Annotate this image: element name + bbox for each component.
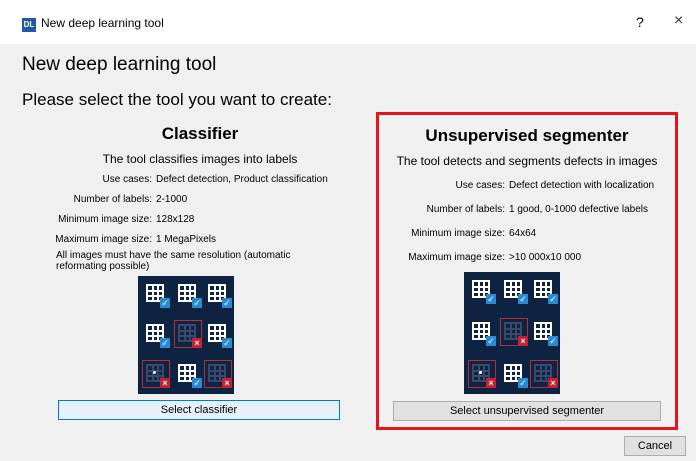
row-value: 1 MegaPixels (156, 234, 217, 245)
row-key: Minimum image size: (411, 228, 505, 239)
classifier-illustration: ✓ ✓ ✓ ✓ × ✓ × ✓ × (138, 276, 234, 394)
checkmark-icon: ✓ (222, 298, 232, 308)
checkmark-icon: ✓ (518, 294, 528, 304)
x-mark-icon: × (486, 378, 496, 388)
row-value: 128x128 (156, 214, 195, 225)
image-cell: × (174, 320, 202, 348)
classifier-panel: Classifier The tool classifies images in… (52, 118, 348, 430)
classifier-row-min-size: Minimum image size: 128x128 (52, 214, 194, 225)
row-key: Use cases: (455, 180, 505, 191)
x-mark-icon: × (160, 378, 170, 388)
help-button[interactable]: ? (636, 14, 644, 30)
dialog-prompt: Please select the tool you want to creat… (22, 90, 332, 109)
classifier-description: The tool classifies images into labels (102, 152, 298, 166)
x-mark-icon: × (192, 338, 202, 348)
defect-dot (153, 371, 156, 374)
image-cell: ✓ (174, 360, 202, 388)
segmenter-row-min-size: Minimum image size: 64x64 (379, 228, 536, 239)
image-cell: × (500, 318, 528, 346)
row-key: Use cases: (102, 174, 152, 185)
row-key: Minimum image size: (58, 214, 152, 225)
image-cell: ✓ (204, 280, 232, 308)
segmenter-row-labels: Number of labels: 1 good, 0-1000 defectiv… (379, 204, 648, 215)
row-value: Defect detection with localization (509, 180, 655, 191)
row-value: 2-1000 (156, 194, 188, 205)
image-cell: ✓ (500, 360, 528, 388)
image-cell: ✓ (142, 320, 170, 348)
segmenter-illustration: ✓ ✓ ✓ ✓ × ✓ × ✓ × (464, 272, 560, 394)
image-cell: × (530, 360, 558, 388)
x-mark-icon: × (518, 336, 528, 346)
classifier-row-labels: Number of labels: 2-1000 (52, 194, 188, 205)
row-value: >10 000x10 000 (509, 252, 582, 263)
image-cell: ✓ (500, 276, 528, 304)
checkmark-icon: ✓ (222, 338, 232, 348)
checkmark-icon: ✓ (518, 378, 528, 388)
checkmark-icon: ✓ (486, 294, 496, 304)
cancel-button[interactable]: Cancel (624, 436, 686, 456)
row-key: Number of labels: (73, 194, 152, 205)
image-cell: × (142, 360, 170, 388)
row-key: Number of labels: (426, 204, 505, 215)
row-key: Maximum image size: (408, 252, 505, 263)
classifier-note: All images must have the same resolution… (56, 250, 291, 272)
close-button[interactable]: × (674, 12, 683, 30)
dialog-heading: New deep learning tool (22, 54, 217, 75)
select-classifier-button[interactable]: Select classifier (58, 400, 340, 420)
checkmark-icon: ✓ (160, 338, 170, 348)
image-cell: ✓ (530, 318, 558, 346)
row-value: Defect detection, Product classification (156, 174, 328, 185)
image-cell: ✓ (468, 276, 496, 304)
checkmark-icon: ✓ (548, 294, 558, 304)
segmenter-description: The tool detects and segments defects in… (396, 154, 658, 168)
image-cell: × (468, 360, 496, 388)
defect-dot (479, 371, 482, 374)
row-value: 1 good, 0-1000 defective labels (509, 204, 648, 215)
checkmark-icon: ✓ (192, 378, 202, 388)
image-cell: ✓ (468, 318, 496, 346)
image-cell: ✓ (204, 320, 232, 348)
segmenter-row-max-size: Maximum image size: >10 000x10 000 (379, 252, 581, 263)
select-unsupervised-segmenter-button[interactable]: Select unsupervised segmenter (393, 401, 661, 421)
checkmark-icon: ✓ (486, 336, 496, 346)
segmenter-row-use-cases: Use cases: Defect detection with localiza… (379, 180, 655, 191)
image-cell: ✓ (174, 280, 202, 308)
image-cell: ✓ (142, 280, 170, 308)
classifier-title: Classifier (161, 124, 239, 143)
window-title: New deep learning tool (41, 16, 164, 30)
segmenter-panel: Unsupervised segmenter The tool detects … (376, 112, 678, 430)
app-logo-icon: DL (22, 18, 36, 32)
classifier-row-use-cases: Use cases: Defect detection, Product clas… (52, 174, 328, 185)
image-cell: × (204, 360, 232, 388)
checkmark-icon: ✓ (160, 298, 170, 308)
checkmark-icon: ✓ (192, 298, 202, 308)
row-value: 64x64 (509, 228, 537, 239)
segmenter-title: Unsupervised segmenter (425, 126, 629, 145)
checkmark-icon: ✓ (548, 336, 558, 346)
x-mark-icon: × (548, 378, 558, 388)
x-mark-icon: × (222, 378, 232, 388)
image-cell: ✓ (530, 276, 558, 304)
classifier-row-max-size: Maximum image size: 1 MegaPixels (52, 234, 216, 245)
row-key: Maximum image size: (55, 234, 152, 245)
title-bar: DL New deep learning tool ? × (0, 0, 696, 44)
